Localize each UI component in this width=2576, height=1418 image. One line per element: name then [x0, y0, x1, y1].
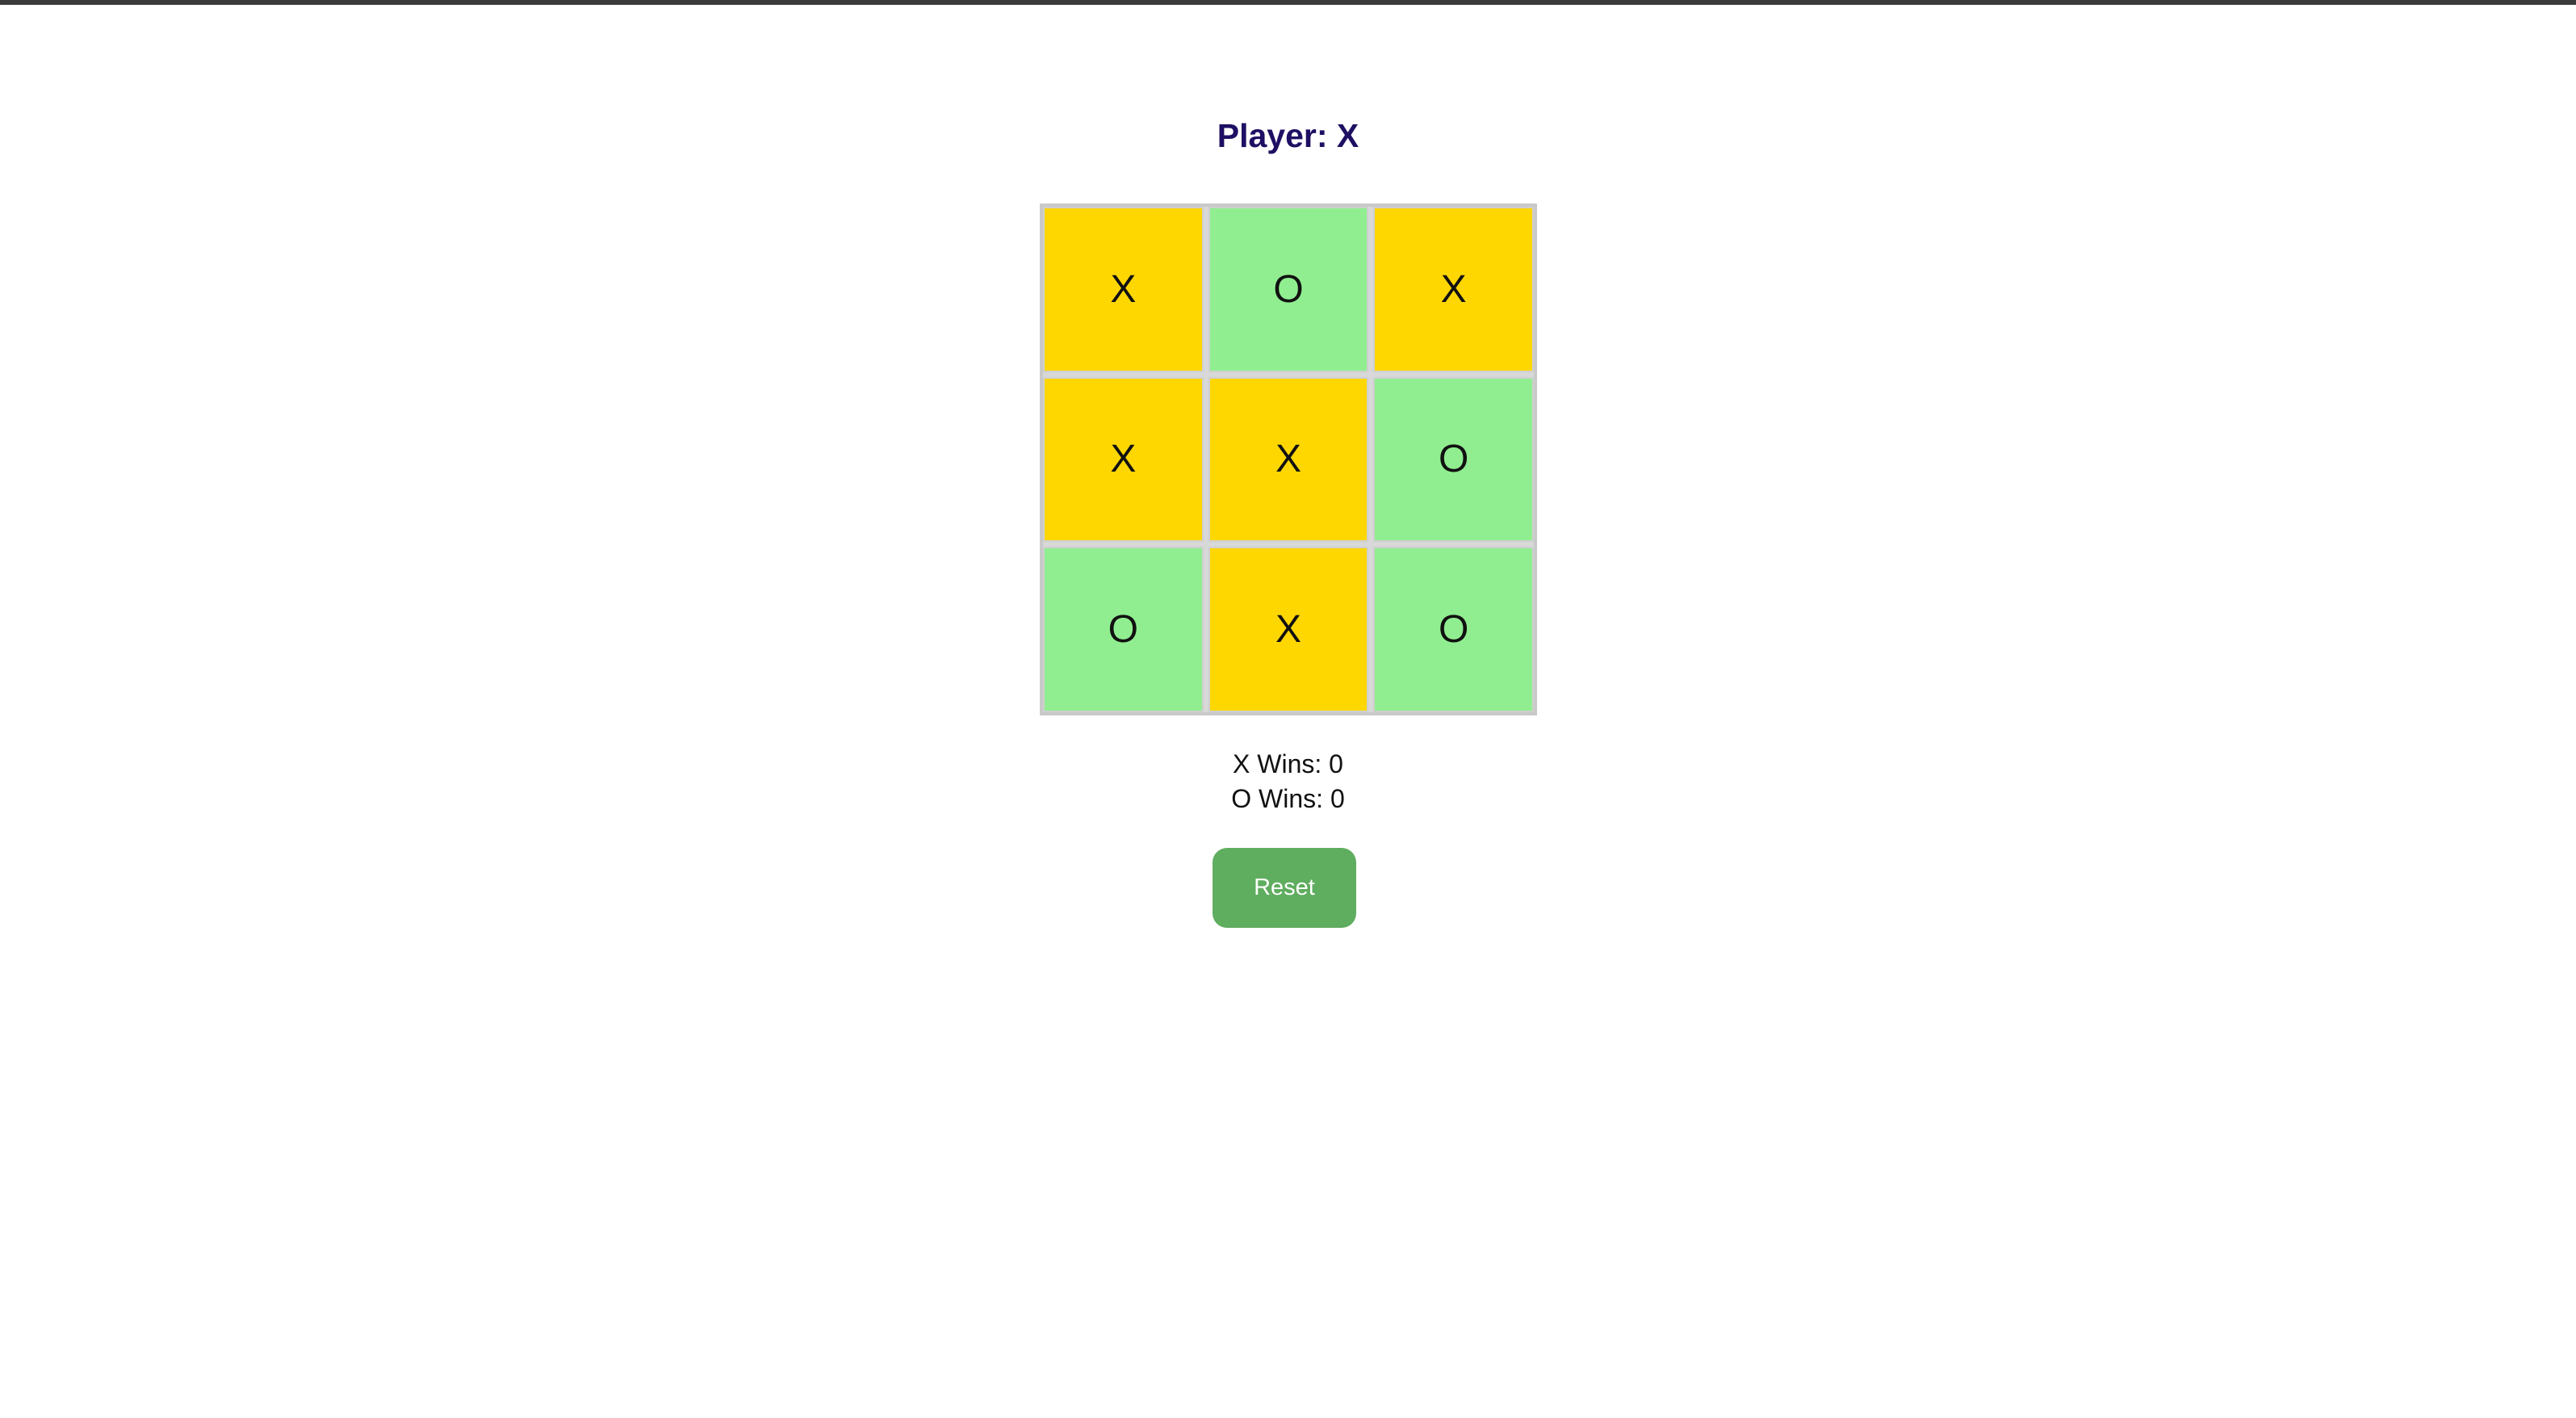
board-cell-r3-c2[interactable]: X	[1208, 547, 1369, 712]
board-cell-r1-c2[interactable]: O	[1208, 207, 1369, 372]
tic-tac-toe-app: Player: X X O X X X O O X O X Wins: 0 O …	[0, 0, 2576, 1418]
board-cell-r1-c3[interactable]: X	[1373, 207, 1534, 372]
score-panel: X Wins: 0 O Wins: 0	[0, 747, 2576, 816]
o-wins-score: O Wins: 0	[1231, 784, 1345, 813]
board-cell-r3-c1[interactable]: O	[1043, 547, 1204, 712]
board-cell-r2-c1[interactable]: X	[1043, 376, 1204, 543]
board-cell-r2-c2[interactable]: X	[1208, 376, 1369, 543]
board-cell-r3-c3[interactable]: O	[1373, 547, 1534, 712]
game-board: X O X X X O O X O	[1040, 203, 1537, 715]
reset-button[interactable]: Reset	[1213, 848, 1356, 928]
board-cell-r2-c3[interactable]: O	[1373, 376, 1534, 543]
x-wins-score: X Wins: 0	[1233, 749, 1343, 778]
board-cell-r1-c1[interactable]: X	[1043, 207, 1204, 372]
current-player-status: Player: X	[1217, 117, 1359, 154]
